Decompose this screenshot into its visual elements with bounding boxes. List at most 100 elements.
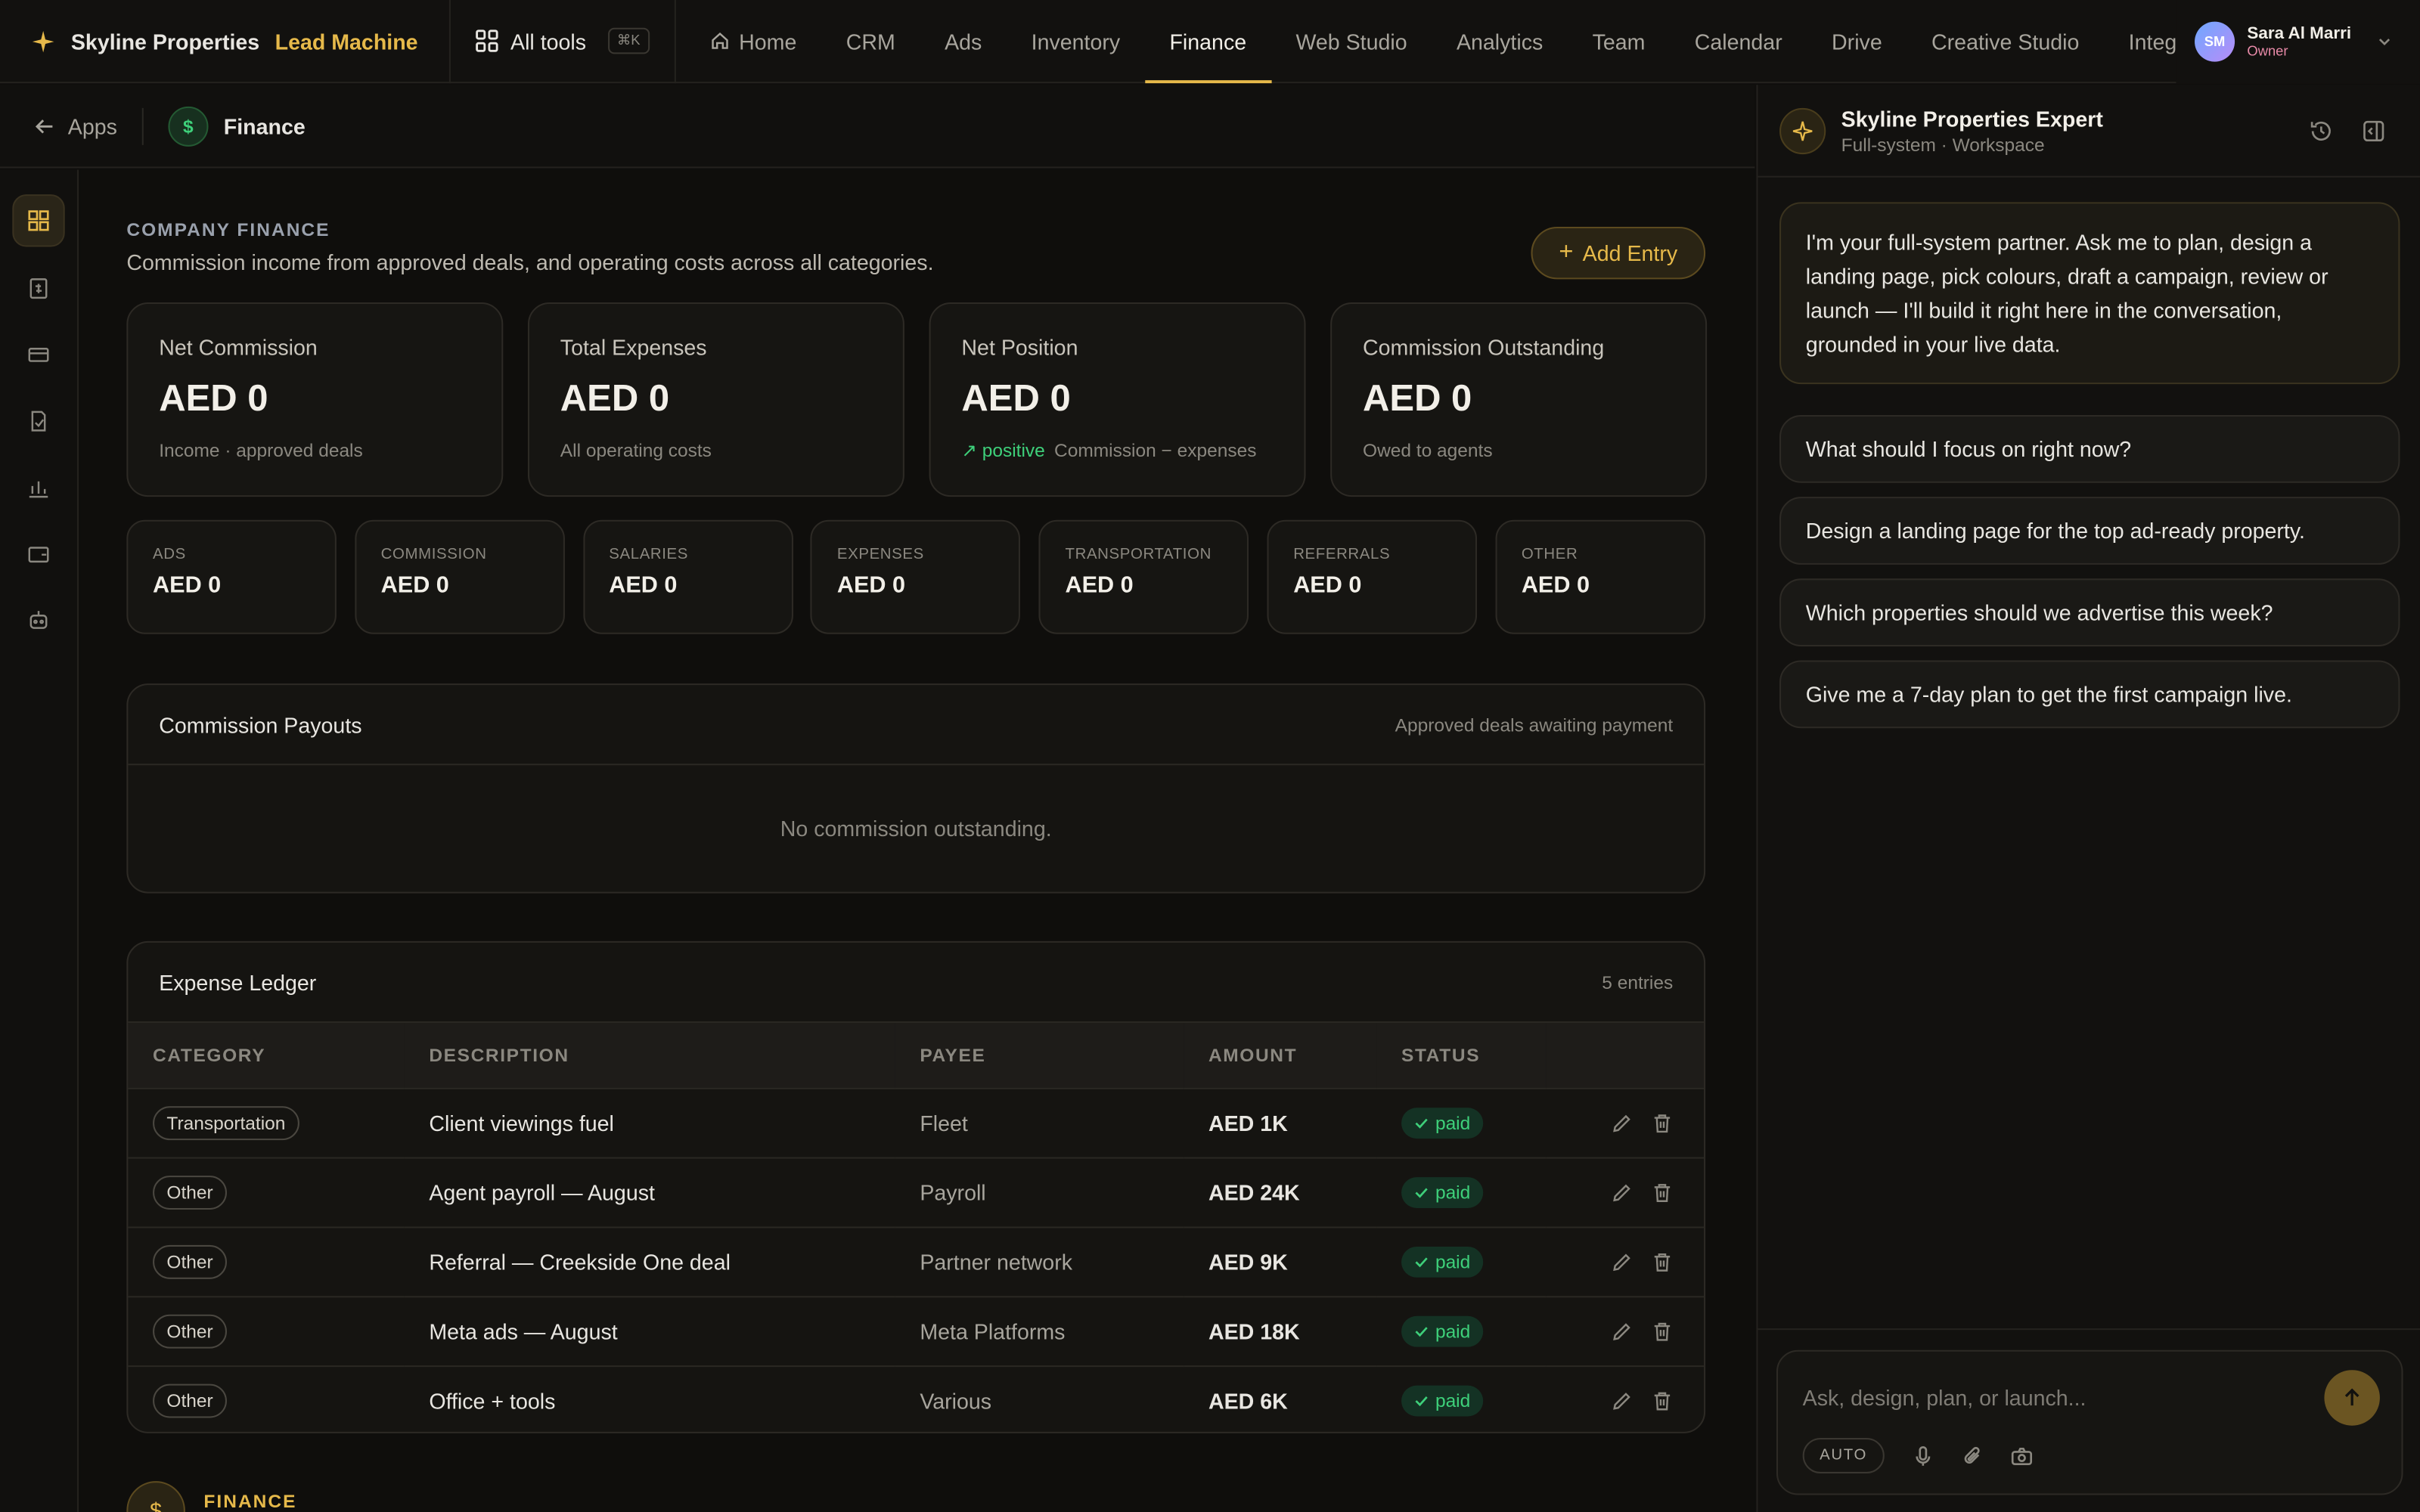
receipt-dollar-icon bbox=[29, 278, 48, 299]
status-badge: paid bbox=[1401, 1176, 1483, 1207]
user-menu[interactable]: SM Sara Al Marri Owner bbox=[2176, 0, 2420, 84]
card-value: AED 0 bbox=[1363, 377, 1472, 420]
cell-amount: AED 18K bbox=[1184, 1295, 1377, 1366]
dollar-icon: $ bbox=[126, 1481, 185, 1512]
assistant-title: Skyline Properties Expert bbox=[1841, 105, 2103, 131]
card-total-expenses: Total Expenses AED 0 All operating costs bbox=[527, 302, 904, 497]
entry-count: 5 entries bbox=[1602, 971, 1674, 993]
table-row[interactable]: Other Meta ads — August Meta Platforms AED … bbox=[128, 1295, 1705, 1366]
rail-reports[interactable] bbox=[12, 461, 64, 513]
nav-label: Analytics bbox=[1456, 28, 1544, 54]
table-row[interactable]: Other Office + tools Various AED 6K paid bbox=[128, 1365, 1705, 1432]
trash-icon[interactable] bbox=[1652, 1111, 1674, 1133]
send-button[interactable] bbox=[2324, 1370, 2380, 1426]
trash-icon[interactable] bbox=[1652, 1250, 1674, 1272]
expense-table: CATEGORY DESCRIPTION PAYEE AMOUNT STATUS… bbox=[128, 1023, 1705, 1432]
assistant-panel: Skyline Properties Expert Full-system · … bbox=[1756, 85, 2420, 1512]
panel-title: Commission Payouts bbox=[159, 711, 362, 737]
nav-item-drive[interactable]: Drive bbox=[1807, 0, 1907, 82]
card-label: Net Position bbox=[961, 334, 1078, 360]
panel-title: Expense Ledger bbox=[159, 969, 317, 995]
col-category: CATEGORY bbox=[153, 1044, 266, 1066]
card-sub-row: ↗ positive Commission − expenses bbox=[961, 440, 1273, 462]
table-row[interactable]: Transportation Client viewings fuel Fleet A… bbox=[128, 1086, 1705, 1157]
bar-chart-icon bbox=[29, 481, 48, 498]
rail-documents[interactable] bbox=[12, 395, 64, 447]
suggestion-chip[interactable]: Give me a 7-day plan to get the first ca… bbox=[1779, 660, 2400, 729]
nav-item-team[interactable]: Team bbox=[1568, 0, 1670, 82]
dollar-icon: $ bbox=[168, 105, 209, 146]
category-card-salaries: SALARIES AED 0 bbox=[582, 519, 793, 634]
mode-toggle[interactable]: AUTO bbox=[1802, 1438, 1885, 1473]
cell-description: Agent payroll — August bbox=[404, 1156, 895, 1227]
chat-input[interactable]: Ask, design, plan, or launch... bbox=[1803, 1386, 2086, 1411]
edit-icon[interactable] bbox=[1612, 1390, 1634, 1411]
nav-item-web-studio[interactable]: Web Studio bbox=[1271, 0, 1432, 82]
category-value: AED 0 bbox=[380, 572, 449, 599]
brand-accent: Lead Machine bbox=[275, 28, 418, 54]
category-card-transportation: TRANSPORTATION AED 0 bbox=[1038, 519, 1249, 634]
history-icon[interactable] bbox=[2309, 118, 2334, 143]
col-actions bbox=[1547, 1023, 1704, 1088]
cell-description: Client viewings fuel bbox=[404, 1086, 895, 1157]
check-icon bbox=[1415, 1117, 1428, 1128]
positive-label: positive bbox=[982, 439, 1045, 462]
card-net-position: Net Position AED 0 ↗ positive Commission … bbox=[929, 302, 1306, 497]
cell-description: Office + tools bbox=[404, 1365, 895, 1432]
add-entry-button[interactable]: + Add Entry bbox=[1531, 226, 1706, 280]
nav-label: Team bbox=[1592, 28, 1646, 54]
edit-icon[interactable] bbox=[1612, 1111, 1634, 1133]
collapse-panel-icon[interactable] bbox=[2361, 118, 2386, 143]
nav-item-home[interactable]: Home bbox=[685, 0, 821, 82]
category-card-ads: ADS AED 0 bbox=[126, 519, 337, 634]
microphone-icon[interactable] bbox=[1912, 1445, 1934, 1467]
sparkle-icon bbox=[1779, 107, 1826, 154]
all-tools-button[interactable]: All tools ⌘K bbox=[450, 0, 676, 83]
status-text: paid bbox=[1435, 1111, 1471, 1133]
nav-item-ads[interactable]: Ads bbox=[920, 0, 1007, 82]
breadcrumb-current: $ Finance bbox=[168, 105, 306, 146]
trash-icon[interactable] bbox=[1652, 1181, 1674, 1203]
nav-item-analytics[interactable]: Analytics bbox=[1432, 0, 1568, 82]
trash-icon[interactable] bbox=[1652, 1390, 1674, 1411]
card-value: AED 0 bbox=[560, 377, 670, 420]
section-eyebrow: COMPANY FINANCE bbox=[126, 218, 330, 241]
rail-commissions[interactable] bbox=[12, 262, 64, 314]
nav-item-finance[interactable]: Finance bbox=[1144, 0, 1271, 83]
trash-icon[interactable] bbox=[1652, 1320, 1674, 1342]
category-label: TRANSPORTATION bbox=[1065, 546, 1212, 563]
cell-payee: Meta Platforms bbox=[895, 1295, 1184, 1366]
category-label: REFERRALS bbox=[1293, 546, 1391, 563]
cell-payee: Payroll bbox=[895, 1156, 1184, 1227]
camera-icon[interactable] bbox=[2011, 1445, 2033, 1467]
edit-icon[interactable] bbox=[1612, 1181, 1634, 1203]
table-row[interactable]: Other Referral — Creekside One deal Partne… bbox=[128, 1225, 1705, 1297]
edit-icon[interactable] bbox=[1612, 1320, 1634, 1342]
table-row[interactable]: Other Agent payroll — August Payroll AED 24… bbox=[128, 1156, 1705, 1227]
rail-overview[interactable] bbox=[12, 194, 65, 247]
suggestion-chip[interactable]: What should I focus on right now? bbox=[1779, 414, 2400, 483]
category-card-other: OTHER AED 0 bbox=[1495, 519, 1705, 634]
rail-cards[interactable] bbox=[12, 329, 64, 381]
nav-item-inventory[interactable]: Inventory bbox=[1007, 0, 1145, 82]
cell-status: paid bbox=[1376, 1365, 1547, 1432]
user-role: Owner bbox=[2247, 43, 2288, 59]
cell-description: Meta ads — August bbox=[404, 1295, 895, 1366]
nav-item-crm[interactable]: CRM bbox=[821, 0, 920, 82]
cell-status: paid bbox=[1376, 1156, 1547, 1227]
col-payee: PAYEE bbox=[920, 1044, 986, 1066]
table-header: CATEGORY DESCRIPTION PAYEE AMOUNT STATUS bbox=[128, 1023, 1705, 1088]
back-to-apps[interactable]: Apps bbox=[34, 107, 144, 144]
edit-icon[interactable] bbox=[1612, 1250, 1634, 1272]
status-text: paid bbox=[1435, 1319, 1471, 1342]
brand-name: Skyline Properties bbox=[70, 28, 260, 54]
nav-item-calendar[interactable]: Calendar bbox=[1670, 0, 1807, 82]
suggestion-chip[interactable]: Design a landing page for the top ad-rea… bbox=[1779, 497, 2400, 565]
cell-actions bbox=[1546, 1295, 1705, 1366]
rail-wallet[interactable] bbox=[12, 528, 64, 580]
rail-assistant[interactable] bbox=[12, 594, 64, 646]
brand[interactable]: Skyline Properties Lead Machine bbox=[0, 0, 451, 83]
nav-item-creative-studio[interactable]: Creative Studio bbox=[1907, 0, 2104, 82]
paperclip-icon[interactable] bbox=[1961, 1445, 1983, 1467]
suggestion-chip[interactable]: Which properties should we advertise thi… bbox=[1779, 578, 2400, 647]
